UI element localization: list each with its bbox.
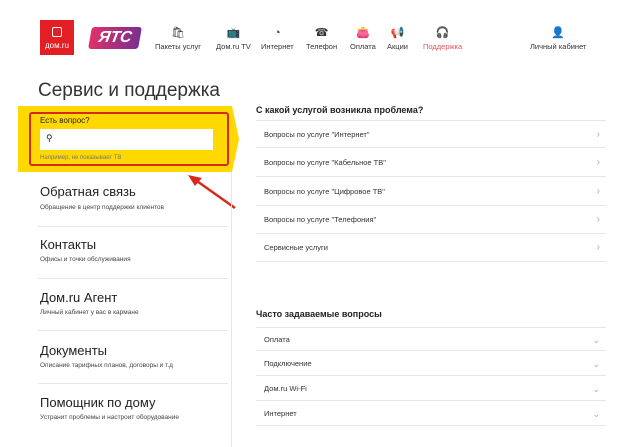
nav-label: Дом.ru TV (216, 42, 251, 51)
left-item-sub: Личный кабинет у вас в кармане (40, 309, 139, 316)
left-item-sub: Описание тарифных планов, договоры и т.д (40, 362, 173, 369)
service-row[interactable]: Вопросы по услуге "Телефония" › (256, 206, 606, 234)
row-label: Сервисные услуги (264, 243, 328, 252)
megaphone-icon: 📢 (390, 27, 405, 39)
nav-internet[interactable]: ◔ Интернет (261, 26, 294, 51)
row-label: Вопросы по услуге "Телефония" (264, 215, 377, 224)
bag-icon: 🛍 (171, 27, 185, 39)
left-item-sub: Обращение в центр поддержки клиентов (40, 204, 165, 211)
chevron-right-icon: › (596, 214, 600, 225)
page-title: Сервис и поддержка (38, 80, 220, 101)
chevron-right-icon: › (596, 242, 600, 253)
row-label: Вопросы по услуге "Цифровое ТВ" (264, 187, 385, 196)
left-item-home-helper[interactable]: Помощник по дому (40, 395, 155, 410)
divider (38, 278, 228, 279)
nav-packages[interactable]: 🛍 Пакеты услуг (155, 26, 201, 51)
annotation-highlight-box (29, 112, 229, 166)
nav-support[interactable]: 🎧 Поддержка (423, 26, 462, 51)
chevron-right-icon: › (596, 157, 600, 168)
account-label: Личный кабинет (530, 42, 587, 51)
nav-payment[interactable]: 👛 Оплата (350, 26, 376, 51)
left-item-sub: Устранит проблемы и настроит оборудовани… (40, 414, 179, 421)
yts-logo[interactable]: ЯТС (88, 27, 142, 49)
left-item-sub: Офисы и точки обслуживания (40, 256, 131, 263)
left-item-agent[interactable]: Дом.ru Агент (40, 290, 117, 305)
services-heading: С какой услугой возникла проблема? (256, 105, 424, 115)
chevron-right-icon: › (596, 186, 600, 197)
nav-label: Оплата (350, 42, 376, 51)
service-row[interactable]: Вопросы по услуге "Кабельное ТВ" › (256, 149, 606, 177)
row-label: Вопросы по услуге "Кабельное ТВ" (264, 158, 386, 167)
wallet-icon: 👛 (356, 27, 370, 39)
row-label: Вопросы по услуге "Интернет" (264, 130, 370, 139)
logo-text: дом.ru (45, 41, 69, 50)
nav-phone[interactable]: ☎ Телефон (306, 26, 337, 51)
column-divider (231, 172, 232, 447)
account-link[interactable]: 👤 Личный кабинет (530, 26, 586, 51)
chevron-down-icon: ⌄ (592, 359, 600, 369)
chevron-right-icon: › (596, 129, 600, 140)
left-item-contacts[interactable]: Контакты (40, 237, 96, 252)
row-label: Подключение (264, 359, 312, 368)
service-row[interactable]: Вопросы по услуге "Цифровое ТВ" › (256, 178, 606, 206)
panel-pointer (232, 106, 239, 172)
nav-promos[interactable]: 📢 Акции (387, 26, 408, 51)
row-label: Оплата (264, 335, 290, 344)
headset-icon: 🎧 (435, 27, 450, 39)
service-row[interactable]: Вопросы по услуге "Интернет" › (256, 120, 606, 148)
chevron-down-icon: ⌄ (592, 384, 600, 394)
service-row[interactable]: Сервисные услуги › (256, 234, 606, 262)
divider (38, 330, 228, 331)
faq-row[interactable]: Интернет ⌄ (256, 402, 606, 426)
faq-row[interactable]: Дом.ru Wi-Fi ⌄ (256, 377, 606, 401)
domru-logo[interactable]: дом.ru (40, 20, 74, 55)
nav-label: Поддержка (423, 42, 463, 51)
left-item-documents[interactable]: Документы (40, 343, 107, 358)
chevron-down-icon: ⌄ (592, 335, 600, 345)
nav-label: Акции (387, 42, 408, 51)
tv-icon: 📺 (226, 27, 241, 39)
left-item-feedback[interactable]: Обратная связь (40, 184, 136, 199)
faq-heading: Часто задаваемые вопросы (256, 309, 382, 319)
nav-label: Телефон (306, 42, 338, 51)
phone-icon: ☎ (314, 27, 329, 39)
nav-tv[interactable]: 📺 Дом.ru TV (216, 26, 251, 51)
user-icon: 👤 (551, 27, 566, 39)
chevron-down-icon: ⌄ (592, 409, 600, 419)
speedometer-icon: ◔ (274, 27, 281, 39)
nav-label: Интернет (261, 42, 294, 51)
faq-row[interactable]: Подключение ⌄ (256, 352, 606, 376)
faq-row[interactable]: Оплата ⌄ (256, 327, 606, 351)
divider (38, 383, 228, 384)
row-label: Интернет (264, 409, 297, 418)
row-label: Дом.ru Wi-Fi (264, 384, 307, 393)
nav-label: Пакеты услуг (155, 42, 202, 51)
divider (38, 226, 228, 227)
